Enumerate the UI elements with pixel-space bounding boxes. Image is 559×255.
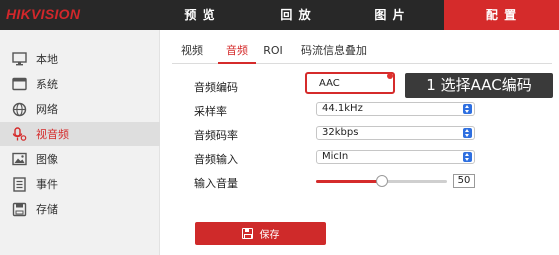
nav-configuration[interactable]: 配 置 (444, 0, 559, 30)
input-volume-value[interactable]: 50 (453, 174, 475, 188)
nav-picture[interactable]: 图 片 (352, 0, 428, 30)
list-icon (11, 176, 27, 192)
audio-input-select[interactable]: MicIn (316, 150, 475, 164)
save-button[interactable]: 保存 (195, 222, 326, 245)
nav-preview[interactable]: 预 览 (163, 0, 237, 30)
slider-thumb[interactable] (375, 175, 388, 187)
nav-playback[interactable]: 回 放 (258, 0, 334, 30)
image-icon (11, 151, 27, 167)
select-arrows-icon (463, 104, 472, 114)
sidebar-item-label: 系统 (36, 78, 58, 91)
globe-icon (11, 101, 27, 117)
save-button-label: 保存 (259, 230, 280, 241)
microphone-icon (11, 126, 27, 142)
sidebar-item-label: 存储 (36, 203, 58, 216)
monitor-icon (11, 51, 27, 67)
audio-codec-label: 音频编码 (194, 81, 238, 94)
tab-roi[interactable]: ROI (260, 40, 286, 64)
audio-input-label: 音频输入 (194, 153, 238, 166)
input-volume-label: 输入音量 (194, 177, 238, 190)
sidebar-item-label: 本地 (36, 53, 58, 66)
tab-audio[interactable]: 音频 (218, 40, 256, 64)
sample-rate-label: 采样率 (194, 105, 227, 118)
audio-codec-value: AAC (319, 78, 340, 89)
annotation-marker-dot (387, 73, 393, 79)
sample-rate-select[interactable]: 44.1kHz (316, 102, 475, 116)
sidebar-item-label: 事件 (36, 178, 58, 191)
audio-bitrate-label: 音频码率 (194, 129, 238, 142)
input-volume-slider[interactable] (316, 175, 447, 187)
window-icon (11, 76, 27, 92)
tab-bar: 视频 音频 ROI 码流信息叠加 (172, 40, 552, 64)
slider-fill (316, 180, 382, 183)
logo-text: HIKVISION (6, 6, 81, 22)
sidebar-item-video-audio[interactable]: 视音频 (0, 122, 160, 146)
select-arrows-icon (463, 152, 472, 162)
save-icon (241, 228, 253, 239)
hikvision-logo: HIKVISION (6, 6, 80, 22)
sample-rate-value: 44.1kHz (322, 103, 363, 114)
sidebar-item-label: 图像 (36, 153, 58, 166)
sidebar-item-network[interactable]: 网络 (0, 97, 160, 121)
select-arrows-icon (463, 128, 472, 138)
audio-codec-select[interactable]: AAC (305, 72, 395, 94)
sidebar-item-image[interactable]: 图像 (0, 147, 160, 171)
annotation-callout: 1 选择AAC编码 (405, 73, 553, 98)
tab-video[interactable]: 视频 (172, 40, 212, 64)
disk-icon (11, 201, 27, 217)
sidebar-item-storage[interactable]: 存储 (0, 197, 160, 221)
sidebar-item-label: 视音频 (36, 128, 69, 141)
tab-stream-info-overlay[interactable]: 码流信息叠加 (299, 40, 369, 64)
sidebar-item-event[interactable]: 事件 (0, 172, 160, 196)
sidebar-item-local[interactable]: 本地 (0, 47, 160, 71)
top-navigation-bar: HIKVISION 预 览 回 放 图 片 配 置 (0, 0, 559, 30)
audio-input-value: MicIn (322, 151, 349, 162)
sidebar: 本地 系统 网络 视音频 图像 事件 存储 (0, 30, 160, 255)
sidebar-item-system[interactable]: 系统 (0, 72, 160, 96)
audio-bitrate-select[interactable]: 32kbps (316, 126, 475, 140)
audio-bitrate-value: 32kbps (322, 127, 359, 138)
sidebar-item-label: 网络 (36, 103, 58, 116)
